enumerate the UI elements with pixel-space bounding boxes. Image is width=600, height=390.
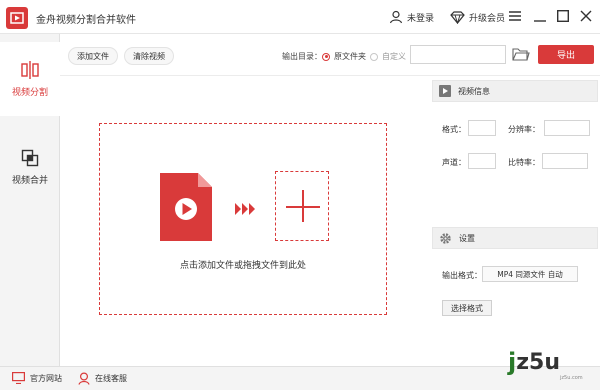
close-icon (580, 10, 592, 22)
toolbar: 添加文件 清除视频 输出目录： 原文件夹 自定义 导出 (60, 34, 600, 76)
watermark-text: z5u (516, 350, 561, 375)
radio-source-label: 原文件夹 (334, 52, 366, 61)
resolution-field (544, 120, 590, 136)
support-link[interactable]: 在线客服 (78, 372, 127, 385)
title-bar: 金舟视频分割合并软件 未登录 升级会员 (0, 0, 600, 34)
diamond-icon (450, 10, 465, 24)
minimize-icon (534, 20, 546, 22)
drop-hint: 点击添加文件或拖拽文件到此处 (179, 261, 306, 271)
export-button[interactable]: 导出 (538, 45, 594, 64)
hamburger-icon (509, 11, 521, 21)
radio-dot (370, 52, 378, 61)
browse-folder-button[interactable] (512, 46, 530, 65)
merge-icon (21, 149, 39, 166)
triple-arrow-icon (235, 203, 255, 215)
video-info-title: 视频信息 (458, 86, 490, 96)
split-icon (21, 60, 39, 79)
sidebar-item-label: 视频合并 (11, 175, 48, 186)
sidebar-item-split[interactable]: 视频分割 (0, 42, 60, 116)
settings-title: 设置 (459, 233, 475, 243)
sidebar-item-label: 视频分割 (11, 87, 48, 98)
app-logo-icon (6, 7, 28, 29)
login-label: 未登录 (407, 13, 435, 24)
vip-label: 升级会员 (469, 13, 506, 24)
channel-field (468, 153, 496, 169)
website-link[interactable]: 官方网站 (12, 372, 62, 384)
app-title: 金舟视频分割合并软件 (36, 15, 136, 26)
video-file-icon (160, 173, 212, 241)
sidebar-item-merge[interactable]: 视频合并 (0, 130, 60, 204)
channel-label: 声道： (442, 158, 466, 167)
support-agent-icon (78, 372, 90, 385)
bitrate-field (542, 153, 588, 169)
minimize-button[interactable] (530, 6, 550, 26)
radio-custom[interactable]: 自定义 (370, 51, 406, 62)
resolution-label: 分辨率： (508, 125, 540, 134)
user-icon (389, 10, 403, 24)
website-label: 官方网站 (30, 373, 62, 383)
format-field (468, 120, 496, 136)
radio-dot (322, 52, 330, 61)
sidebar: 视频分割 视频合并 (0, 34, 60, 366)
maximize-button[interactable] (553, 6, 573, 26)
folder-icon (512, 48, 530, 61)
add-file-button[interactable]: 添加文件 (68, 47, 118, 65)
login-button[interactable]: 未登录 (389, 8, 434, 26)
watermark-domain: jz5u.com (560, 375, 583, 381)
settings-header: 设置 (432, 227, 598, 249)
drop-zone[interactable]: 点击添加文件或拖拽文件到此处 (99, 123, 387, 315)
choose-format-button[interactable]: 选择格式 (442, 300, 492, 316)
output-path-input[interactable] (410, 45, 506, 64)
upgrade-vip-button[interactable]: 升级会员 (450, 8, 505, 26)
close-button[interactable] (576, 6, 596, 26)
output-format-label: 输出格式： (442, 271, 482, 280)
hamburger-menu-button[interactable] (505, 6, 525, 26)
output-format-field: MP4 同源文件 自动 (482, 266, 578, 282)
format-label: 格式： (442, 125, 466, 134)
radio-source-folder[interactable]: 原文件夹 (322, 51, 366, 62)
gear-icon (440, 232, 451, 244)
radio-custom-label: 自定义 (382, 52, 406, 61)
play-icon (439, 85, 451, 97)
support-label: 在线客服 (95, 374, 127, 383)
monitor-icon (12, 372, 25, 384)
video-info-header: 视频信息 (432, 80, 598, 102)
clear-videos-button[interactable]: 清除视频 (124, 47, 174, 65)
watermark-logo: j z5u jz5u.com (508, 348, 583, 381)
output-dir-label: 输出目录： (282, 52, 322, 61)
add-plus-icon[interactable] (275, 171, 329, 241)
maximize-icon (557, 10, 569, 22)
bitrate-label: 比特率： (508, 158, 540, 167)
watermark-j: j (508, 348, 517, 376)
